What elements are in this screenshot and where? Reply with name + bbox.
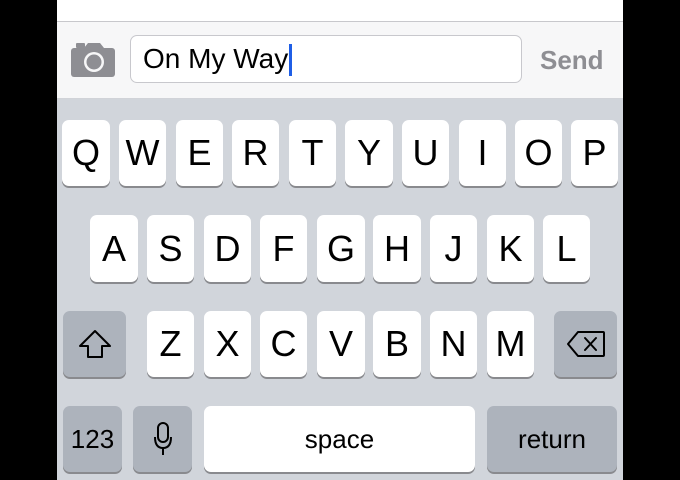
key-o[interactable]: O [515, 120, 562, 186]
dictation-key[interactable] [133, 406, 192, 472]
key-d[interactable]: D [204, 215, 251, 282]
text-caret [289, 44, 293, 76]
key-v[interactable]: V [317, 311, 365, 377]
key-g[interactable]: G [317, 215, 365, 282]
key-c[interactable]: C [260, 311, 307, 377]
key-n[interactable]: N [430, 311, 477, 377]
microphone-icon [153, 422, 172, 455]
key-a[interactable]: A [90, 215, 138, 282]
key-f[interactable]: F [260, 215, 307, 282]
key-y[interactable]: Y [345, 120, 393, 186]
key-m[interactable]: M [487, 311, 534, 377]
numbers-key[interactable]: 123 [63, 406, 122, 472]
key-u[interactable]: U [402, 120, 449, 186]
key-b[interactable]: B [373, 311, 421, 377]
key-l[interactable]: L [543, 215, 590, 282]
key-w[interactable]: W [119, 120, 166, 186]
delete-key[interactable] [554, 311, 617, 377]
camera-button[interactable] [71, 42, 115, 78]
key-q[interactable]: Q [62, 120, 110, 186]
message-input[interactable]: On My Way [130, 35, 522, 83]
key-s[interactable]: S [147, 215, 194, 282]
key-k[interactable]: K [487, 215, 534, 282]
message-compose-bar: On My Way Send [57, 22, 623, 99]
message-text: On My Way [143, 43, 289, 74]
key-z[interactable]: Z [147, 311, 194, 377]
key-r[interactable]: R [232, 120, 279, 186]
return-key[interactable]: return [487, 406, 617, 472]
key-j[interactable]: J [430, 215, 477, 282]
backspace-icon [566, 331, 605, 357]
phone-screen: On My Way Send Q W E R T Y U I O P A S D… [57, 0, 623, 480]
key-t[interactable]: T [289, 120, 336, 186]
keyboard: Q W E R T Y U I O P A S D F G H J K L Z … [57, 99, 623, 480]
key-p[interactable]: P [571, 120, 618, 186]
key-x[interactable]: X [204, 311, 251, 377]
key-h[interactable]: H [373, 215, 421, 282]
conversation-area [57, 0, 623, 22]
send-button[interactable]: Send [540, 42, 604, 78]
key-e[interactable]: E [176, 120, 223, 186]
space-key[interactable]: space [204, 406, 475, 472]
shift-key[interactable] [63, 311, 126, 377]
camera-icon [71, 43, 115, 77]
key-i[interactable]: I [459, 120, 506, 186]
shift-icon [78, 330, 111, 358]
